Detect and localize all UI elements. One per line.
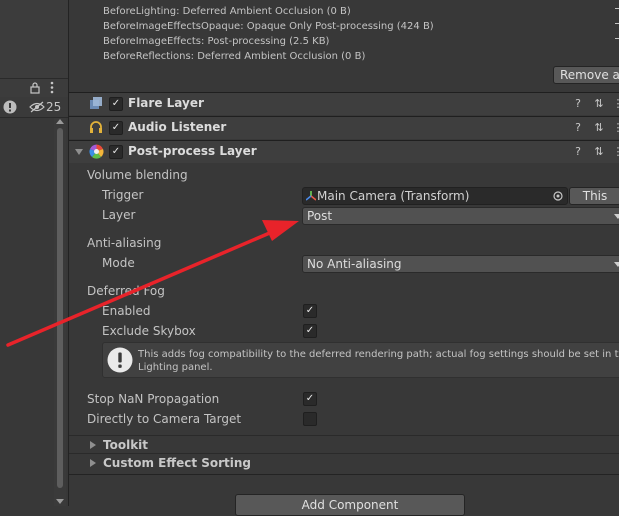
toolkit-label: Toolkit	[103, 438, 149, 452]
list-dash	[615, 23, 619, 24]
kebab-menu-icon[interactable]	[50, 81, 54, 94]
component-title: Audio Listener	[128, 120, 227, 134]
flare-layer-header[interactable]: ✓ Flare Layer ? ⇅ ⋮	[69, 92, 619, 115]
trigger-label: Trigger	[102, 188, 144, 202]
object-picker-icon[interactable]	[553, 191, 563, 201]
settings-sliders-icon[interactable]: ⇅	[592, 97, 606, 111]
dropdown-caret-icon	[614, 262, 619, 267]
post-process-icon	[89, 144, 104, 159]
anti-aliasing-section-label: Anti-aliasing	[87, 236, 162, 250]
fog-enabled-checkbox[interactable]: ✓	[303, 304, 317, 318]
info-icon[interactable]	[3, 100, 17, 114]
hierarchy-scrollbar-thumb[interactable]	[57, 128, 63, 488]
kebab-menu-icon[interactable]: ⋮	[611, 121, 619, 135]
settings-sliders-icon[interactable]: ⇅	[592, 145, 606, 159]
exclude-skybox-label: Exclude Skybox	[102, 324, 196, 338]
lock-icon[interactable]	[30, 82, 40, 94]
custom-sorting-foldout[interactable]: Custom Effect Sorting	[69, 453, 619, 472]
kebab-menu-icon[interactable]: ⋮	[611, 145, 619, 159]
scroll-up-arrow-icon[interactable]	[56, 119, 64, 124]
flare-layer-icon	[90, 97, 102, 109]
hierarchy-header-area	[0, 0, 68, 79]
foldout-expanded-icon[interactable]	[75, 149, 83, 155]
layer-dropdown-value: Post	[307, 209, 333, 223]
hidden-count: 25	[46, 100, 62, 114]
help-icon[interactable]: ?	[571, 145, 585, 159]
settings-sliders-icon[interactable]: ⇅	[592, 121, 606, 135]
flare-layer-enabled-checkbox[interactable]: ✓	[109, 97, 123, 111]
foldout-collapsed-icon	[90, 459, 96, 467]
hierarchy-toolbar	[0, 79, 68, 98]
command-buffer-line: BeforeImageEffectsOpaque: Opaque Only Po…	[103, 21, 434, 32]
help-icon[interactable]: ?	[571, 97, 585, 111]
custom-sorting-label: Custom Effect Sorting	[103, 456, 252, 470]
info-icon	[107, 347, 133, 373]
exclude-skybox-checkbox[interactable]: ✓	[303, 324, 317, 338]
headphones-icon	[90, 121, 102, 133]
scroll-down-arrow-icon[interactable]	[56, 499, 64, 504]
layer-label: Layer	[102, 208, 136, 222]
layer-dropdown[interactable]: Post	[302, 207, 619, 225]
help-icon[interactable]: ?	[571, 121, 585, 135]
dropdown-caret-icon	[614, 214, 619, 219]
divider	[69, 474, 619, 475]
deferred-fog-section-label: Deferred Fog	[87, 284, 165, 298]
help-text-line: This adds fog compatibility to the defer…	[138, 349, 619, 360]
list-dash	[615, 38, 619, 39]
command-buffer-line: BeforeImageEffects: Post-processing (2.5…	[103, 36, 330, 47]
list-dash	[615, 8, 619, 9]
kebab-menu-icon[interactable]: ⋮	[611, 97, 619, 111]
mode-label: Mode	[102, 256, 135, 270]
hidden-eye-icon[interactable]	[29, 101, 45, 113]
trigger-object-field[interactable]: Main Camera (Transform)	[302, 187, 568, 205]
trigger-object-value: Main Camera (Transform)	[317, 189, 470, 203]
this-button[interactable]: This	[569, 187, 619, 205]
component-title: Flare Layer	[128, 96, 204, 110]
post-process-layer-header[interactable]: ✓ Post-process Layer ? ⇅ ⋮	[69, 140, 619, 163]
command-buffer-line: BeforeLighting: Deferred Ambient Occlusi…	[103, 6, 351, 17]
direct-camera-checkbox[interactable]	[303, 412, 317, 426]
audio-listener-header[interactable]: ✓ Audio Listener ? ⇅ ⋮	[69, 116, 619, 139]
mode-dropdown-value: No Anti-aliasing	[307, 257, 402, 271]
component-title: Post-process Layer	[128, 144, 257, 158]
inspector-panel: BeforeLighting: Deferred Ambient Occlusi…	[69, 0, 619, 516]
enabled-label: Enabled	[102, 304, 151, 318]
toolkit-foldout[interactable]: Toolkit	[69, 435, 619, 454]
transform-icon	[306, 191, 316, 201]
help-text-line: Lighting panel.	[138, 362, 213, 373]
stop-nan-label: Stop NaN Propagation	[87, 392, 220, 406]
volume-blending-section-label: Volume blending	[87, 168, 188, 182]
command-buffer-line: BeforeReflections: Deferred Ambient Occl…	[103, 51, 366, 62]
stop-nan-checkbox[interactable]: ✓	[303, 392, 317, 406]
foldout-collapsed-icon	[90, 441, 96, 449]
hierarchy-status-row: 25	[0, 97, 68, 118]
direct-camera-label: Directly to Camera Target	[87, 412, 242, 426]
add-component-button[interactable]: Add Component	[235, 494, 465, 516]
post-process-enabled-checkbox[interactable]: ✓	[109, 145, 123, 159]
remove-all-button[interactable]: Remove al	[553, 66, 619, 84]
anti-aliasing-mode-dropdown[interactable]: No Anti-aliasing	[302, 255, 619, 273]
fog-help-box: This adds fog compatibility to the defer…	[102, 342, 619, 378]
audio-listener-enabled-checkbox[interactable]: ✓	[109, 121, 123, 135]
